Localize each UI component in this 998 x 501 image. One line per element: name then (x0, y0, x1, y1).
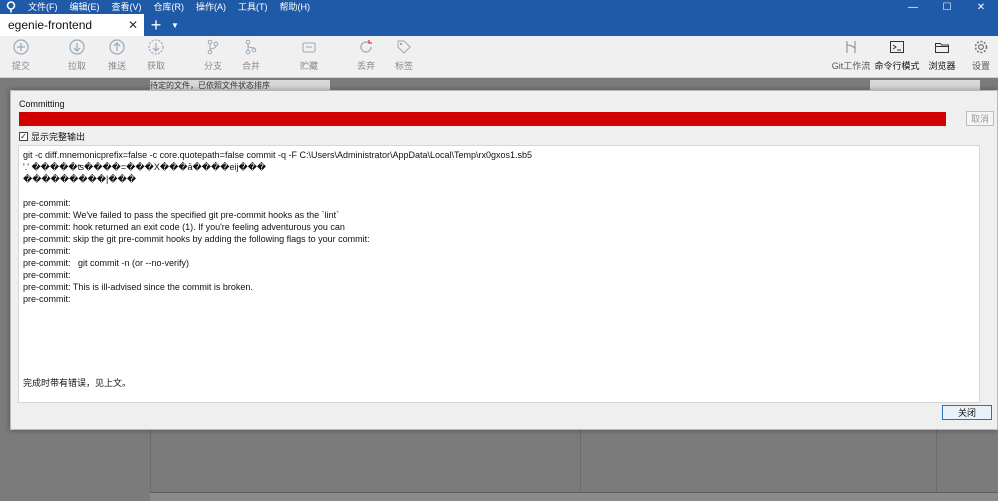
arrow-up-circle-icon (108, 38, 126, 56)
settings-label: 设置 (971, 61, 990, 71)
push-button[interactable]: 推送 (97, 38, 137, 72)
stash-button[interactable]: 贮藏 (289, 38, 329, 72)
tab-bar: egenie-frontend ✕ + ▼ (0, 14, 998, 36)
menu-actions[interactable]: 操作(A) (190, 0, 232, 14)
stash-icon (300, 38, 318, 56)
maximize-button[interactable]: ☐ (930, 0, 964, 14)
tag-button[interactable]: 标签 (384, 38, 424, 72)
terminal-button[interactable]: 命令行模式 (874, 38, 920, 72)
stash-label: 贮藏 (299, 61, 318, 71)
done-message: 完成时带有错误，见上文。 (23, 378, 132, 388)
menu-help[interactable]: 帮助(H) (274, 0, 317, 14)
discard-button[interactable]: 丢弃 (346, 38, 386, 72)
menu-edit[interactable]: 编辑(E) (64, 0, 106, 14)
fetch-label: 获取 (146, 61, 165, 71)
sourcetree-logo-icon (0, 0, 22, 14)
menu-repository[interactable]: 仓库(R) (148, 0, 191, 14)
fetch-icon (147, 38, 165, 56)
cancel-button[interactable]: 取消 (966, 111, 994, 126)
plus-circle-icon (12, 38, 30, 56)
discard-icon (357, 38, 375, 56)
menu-tools[interactable]: 工具(T) (232, 0, 274, 14)
show-full-output-checkbox[interactable]: ✓ (19, 132, 28, 141)
pull-button[interactable]: 拉取 (57, 38, 97, 72)
push-label: 推送 (107, 61, 126, 71)
terminal-label: 命令行模式 (874, 61, 920, 71)
window-controls: — ☐ ✕ (896, 0, 998, 14)
merge-label: 合并 (241, 61, 260, 71)
tab-dropdown-icon[interactable]: ▼ (168, 14, 182, 36)
merge-button[interactable]: 合并 (231, 38, 271, 72)
discard-label: 丢弃 (356, 61, 375, 71)
settings-button[interactable]: 设置 (961, 38, 998, 72)
output-line: ���������|��� (23, 174, 137, 184)
minimize-button[interactable]: — (896, 0, 930, 14)
tab-label: egenie-frontend (8, 18, 93, 32)
explorer-button[interactable]: 浏览器 (922, 38, 962, 72)
git-flow-button[interactable]: Git工作流 (830, 38, 872, 72)
arrow-down-circle-icon (68, 38, 86, 56)
toolbar: 提交 拉取 推送 获取 分支 合并 贮藏 丢弃 标签 Git工作流 命令行模式 (0, 36, 998, 78)
branch-button[interactable]: 分支 (193, 38, 233, 72)
menu-bar: 文件(F) 编辑(E) 查看(V) 仓库(R) 操作(A) 工具(T) 帮助(H… (22, 0, 316, 14)
tab-repo[interactable]: egenie-frontend ✕ (0, 14, 144, 36)
close-button[interactable]: 关闭 (942, 405, 992, 420)
output-line: pre-commit: (23, 198, 71, 208)
add-tab-button[interactable]: + (144, 14, 168, 36)
file-panel (150, 430, 998, 501)
progress-bar (19, 112, 946, 126)
tag-label: 标签 (394, 61, 413, 71)
commit-label: 提交 (11, 61, 30, 71)
gear-icon (972, 38, 990, 56)
committing-dialog: Committing 取消 ✓ 显示完整输出 git -c diff.mnemo… (10, 90, 998, 430)
output-line: git -c diff.mnemonicprefix=false -c core… (23, 150, 533, 160)
panel-divider (936, 430, 937, 492)
pull-label: 拉取 (67, 61, 86, 71)
show-full-output-option[interactable]: ✓ 显示完整输出 (19, 130, 85, 143)
merge-icon (242, 38, 260, 56)
tab-close-icon[interactable]: ✕ (128, 18, 138, 32)
output-line: pre-commit: This is ill-advised since th… (23, 282, 253, 292)
branch-icon (204, 38, 222, 56)
command-output: git -c diff.mnemonicprefix=false -c core… (18, 145, 980, 403)
tag-icon (395, 38, 413, 56)
show-full-output-label: 显示完整输出 (31, 132, 86, 142)
output-line: pre-commit: (23, 246, 71, 256)
terminal-icon (888, 38, 906, 56)
explorer-label: 浏览器 (928, 61, 956, 71)
commit-button[interactable]: 提交 (1, 38, 41, 72)
output-line: pre-commit: skip the git pre-commit hook… (23, 234, 370, 244)
git-flow-label: Git工作流 (831, 61, 871, 71)
panel-divider (580, 430, 581, 492)
menu-view[interactable]: 查看(V) (106, 0, 148, 14)
git-flow-icon (842, 38, 860, 56)
output-line: pre-commit: hook returned an exit code (… (23, 222, 345, 232)
output-line: pre-commit: (23, 294, 71, 304)
title-bar: 文件(F) 编辑(E) 查看(V) 仓库(R) 操作(A) 工具(T) 帮助(H… (0, 0, 998, 14)
close-window-button[interactable]: ✕ (964, 0, 998, 14)
output-line: pre-commit: (23, 270, 71, 280)
output-line: pre-commit: git commit -n (or --no-verif… (23, 258, 190, 268)
output-line: pre-commit: We've failed to pass the spe… (23, 210, 340, 220)
menu-file[interactable]: 文件(F) (22, 0, 64, 14)
branch-label: 分支 (203, 61, 222, 71)
fetch-button[interactable]: 获取 (136, 38, 176, 72)
output-line: '.' �����ʦ����=���X���ā����eij��� (23, 162, 267, 172)
dialog-title: Committing (19, 99, 65, 109)
bottom-panel (150, 492, 998, 501)
folder-icon (933, 38, 951, 56)
